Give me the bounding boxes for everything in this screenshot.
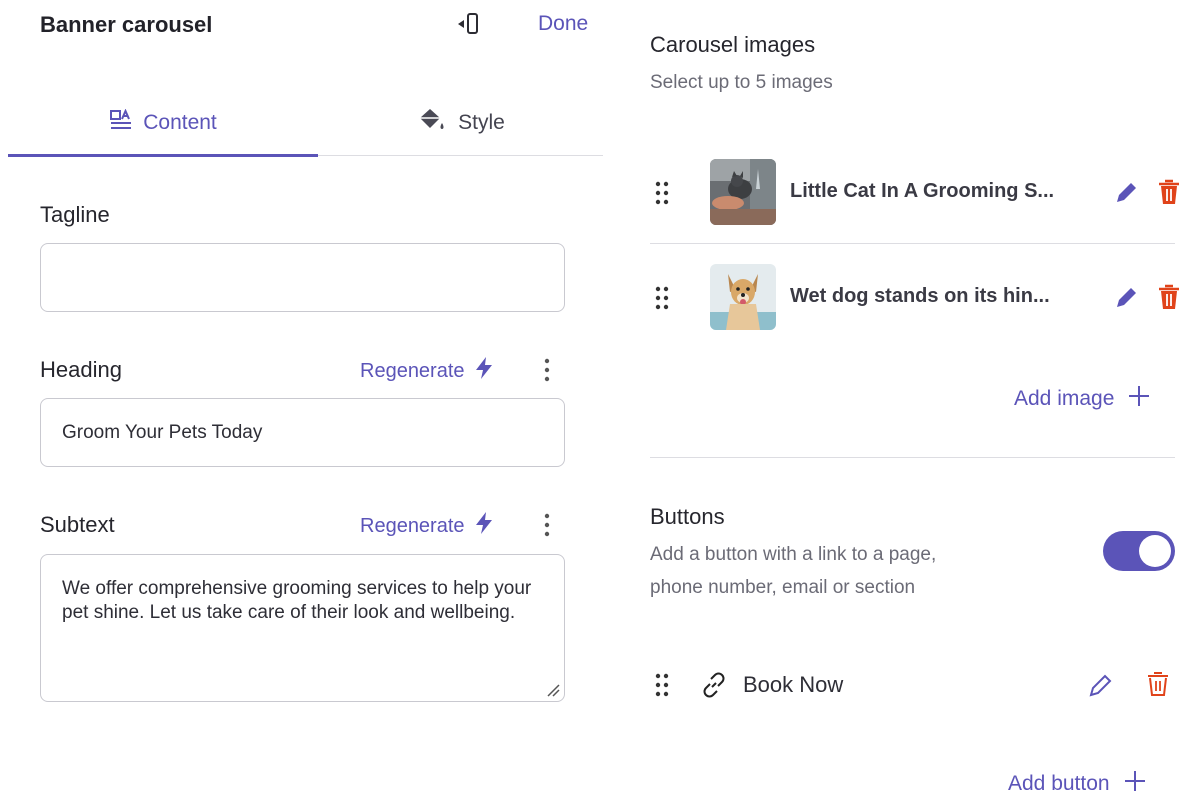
image-name: Wet dog stands on its hin... [790, 285, 1050, 307]
carousel-images-subtitle: Select up to 5 images [650, 72, 833, 93]
carousel-images-title: Carousel images [650, 32, 816, 57]
subtext-value: We offer comprehensive grooming services… [62, 578, 532, 623]
lightning-icon [473, 356, 495, 386]
edit-image-pencil-icon[interactable] [1113, 180, 1139, 206]
button-label: Book Now [743, 672, 844, 697]
dog-thumbnail [710, 264, 776, 330]
heading-regenerate-label: Regenerate [360, 359, 465, 382]
button-list-item: Book Now [650, 664, 1175, 708]
section-divider [650, 457, 1175, 458]
heading-more-icon[interactable] [540, 356, 554, 384]
lightning-icon [473, 511, 495, 541]
editor-panel: Banner carousel Done Content Style Tagli… [0, 0, 605, 796]
heading-regenerate-button[interactable]: Regenerate [360, 356, 495, 386]
carousel-image-row: Wet dog stands on its hin... [650, 260, 1179, 340]
drag-handle-icon[interactable] [654, 672, 670, 698]
edit-button-pencil-icon[interactable] [1087, 671, 1113, 699]
tab-content[interactable]: Content [8, 90, 318, 157]
tab-content-label: Content [143, 111, 217, 134]
subtext-label: Subtext [40, 512, 115, 537]
delete-button-trash-icon[interactable] [1147, 671, 1169, 697]
subtext-textarea[interactable]: We offer comprehensive grooming services… [40, 554, 565, 702]
delete-image-trash-icon[interactable] [1157, 283, 1181, 311]
mobile-preview-icon[interactable] [452, 10, 488, 38]
tagline-label: Tagline [40, 202, 110, 227]
subtext-regenerate-label: Regenerate [360, 514, 465, 537]
image-name: Little Cat In A Grooming S... [790, 180, 1055, 202]
add-image-button[interactable]: Add image [1014, 385, 1150, 413]
toggle-knob [1139, 535, 1171, 567]
delete-image-trash-icon[interactable] [1157, 178, 1181, 206]
tagline-input[interactable] [40, 243, 565, 312]
drag-handle-icon[interactable] [654, 180, 670, 206]
heading-label: Heading [40, 357, 122, 382]
add-image-label: Add image [1014, 387, 1115, 410]
resize-handle-icon[interactable] [546, 683, 560, 697]
content-icon [109, 108, 133, 137]
plus-icon [1124, 770, 1146, 796]
edit-image-pencil-icon[interactable] [1113, 285, 1139, 311]
done-button[interactable]: Done [538, 12, 588, 36]
paint-bucket-icon [416, 106, 448, 140]
panel-title: Banner carousel [40, 12, 213, 37]
add-button-label: Add button [1008, 772, 1110, 795]
heading-value: Groom Your Pets Today [62, 422, 263, 443]
buttons-description-line2: phone number, email or section [650, 577, 916, 598]
buttons-toggle[interactable] [1103, 531, 1175, 571]
subtext-more-icon[interactable] [540, 511, 554, 539]
cat-thumbnail [710, 159, 776, 225]
subtext-regenerate-button[interactable]: Regenerate [360, 511, 495, 541]
link-icon [702, 672, 726, 698]
buttons-description-line1: Add a button with a link to a page, [650, 544, 937, 565]
carousel-image-row: Little Cat In A Grooming S... [650, 152, 1179, 244]
buttons-title: Buttons [650, 504, 725, 529]
tab-bar: Content Style [8, 90, 603, 157]
plus-icon [1128, 385, 1150, 413]
heading-input[interactable]: Groom Your Pets Today [40, 398, 565, 467]
tab-style-label: Style [458, 111, 505, 134]
add-button-button[interactable]: Add button [1008, 770, 1146, 796]
tab-style[interactable]: Style [318, 90, 603, 156]
drag-handle-icon[interactable] [654, 285, 670, 311]
